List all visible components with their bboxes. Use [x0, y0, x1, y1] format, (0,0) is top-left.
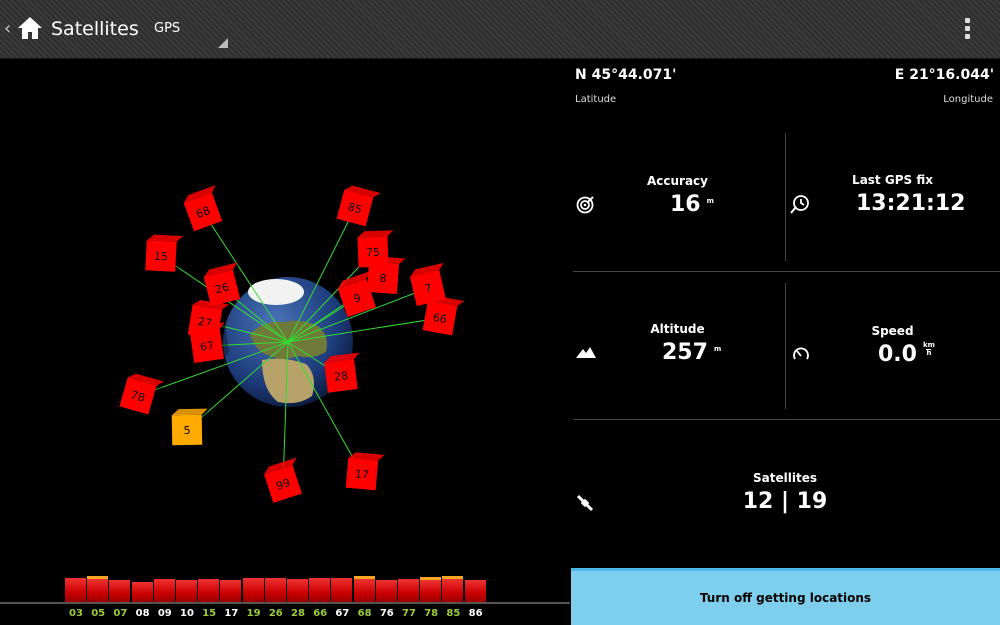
snr-bar-17: [220, 580, 242, 602]
earth-ice: [248, 279, 304, 305]
back-chevron-icon[interactable]: ‹: [4, 18, 11, 39]
satellite-cube-15[interactable]: 15: [145, 234, 184, 272]
satellite-cube-17[interactable]: 17: [345, 452, 385, 491]
snr-bar-28: [287, 579, 308, 602]
snr-bar-03: [65, 578, 86, 602]
sky-view[interactable]: 68 15 26 27 67 85 75 9 8 7 66 28 78 5 99 17: [0, 60, 570, 570]
satellite-cube-68[interactable]: 68: [182, 185, 228, 232]
snr-bar-85: [442, 576, 464, 602]
snr-bar-68: [353, 576, 375, 602]
speed-label: Speed: [871, 324, 914, 338]
snr-bar-66: [309, 578, 331, 602]
satellite-cube-8[interactable]: 8: [366, 256, 406, 295]
satellite-cube-label: 66: [432, 311, 448, 326]
snr-bar-10: [176, 580, 197, 602]
accuracy-icon: [576, 196, 594, 214]
snr-bar-19: [242, 578, 264, 602]
satellite-cube-label: 67: [199, 339, 215, 354]
longitude-label: Longitude: [943, 94, 993, 105]
snr-bar-76: [375, 580, 397, 602]
accuracy-label: Accuracy: [646, 174, 708, 188]
latitude-value: N 45°44.071': [575, 67, 677, 83]
altitude-label: Altitude: [650, 322, 705, 336]
snr-bar-05: [87, 576, 109, 602]
satellite-cube-label: 15: [154, 250, 169, 264]
snr-bar-07: [109, 580, 131, 602]
satellite-cube-label: 17: [354, 467, 369, 481]
satellite-cube-66[interactable]: 66: [422, 295, 465, 337]
speedometer-icon: [793, 347, 809, 360]
satellite-cube-78[interactable]: 78: [119, 372, 164, 417]
satellites-label: Satellites: [753, 471, 817, 485]
snr-label-86: 86: [468, 608, 483, 619]
spinner-arrow-icon: [218, 38, 228, 48]
gps-fix-clock-icon: [790, 195, 809, 214]
mode-spinner-label: GPS: [154, 21, 181, 36]
satellite-cube-5[interactable]: 5: [171, 408, 209, 446]
divider-horizontal-1: [573, 271, 1000, 272]
divider-vertical-1: [785, 133, 786, 261]
info-panel: N 45°44.071' Latitude E 21°16.044' Longi…: [570, 60, 1000, 625]
snr-bar-09: [153, 579, 175, 602]
snr-bar-26: [264, 578, 286, 602]
satellite-cube-99[interactable]: 99: [262, 457, 307, 503]
satellite-globe: 6815262767857598766287859917: [119, 184, 465, 503]
snr-bar-78: [420, 577, 442, 602]
altitude-value: 257 m: [662, 340, 722, 365]
satellites-count: 12 | 19: [742, 489, 828, 514]
accuracy-value: 16 m: [670, 192, 714, 217]
snr-bar-77: [398, 579, 419, 602]
last-fix-value: 13:21:12: [856, 191, 966, 216]
divider-vertical-2: [785, 283, 786, 409]
satellite-icon: [576, 494, 594, 512]
mode-spinner[interactable]: GPS: [148, 12, 230, 52]
app-title[interactable]: Satellites: [51, 18, 139, 40]
satellite-cube-28[interactable]: 28: [324, 352, 364, 393]
action-bar: ‹ Satellites GPS: [0, 0, 1000, 59]
snr-baseline: [0, 602, 570, 604]
satellite-cube-label: 5: [183, 424, 190, 437]
snr-bar-15: [198, 579, 220, 602]
satellite-cube-85[interactable]: 85: [336, 184, 381, 228]
overflow-menu-icon[interactable]: [958, 16, 976, 42]
divider-horizontal-2: [573, 419, 1000, 420]
last-fix-label: Last GPS fix: [852, 173, 933, 187]
altitude-mountain-icon: [576, 347, 596, 358]
speed-value: 0.0 km h: [878, 341, 935, 368]
snr-bar-86: [464, 580, 486, 602]
longitude-value: E 21°16.044': [894, 67, 994, 83]
satellite-cube-label: 8: [379, 272, 387, 285]
turn-off-locations-button[interactable]: Turn off getting locations: [571, 568, 1000, 625]
snr-bar-chart: 03 05 07 08 09 10 15 17 19 26 28 66 67 68 76 77 78 85 86: [0, 560, 570, 625]
home-icon[interactable]: [16, 14, 44, 42]
satellite-cube-67[interactable]: 67: [189, 322, 230, 363]
satellite-cube-label: 28: [333, 369, 348, 384]
latitude-label: Latitude: [575, 94, 617, 105]
snr-bar-08: [131, 582, 153, 602]
snr-bar-67: [331, 578, 353, 602]
